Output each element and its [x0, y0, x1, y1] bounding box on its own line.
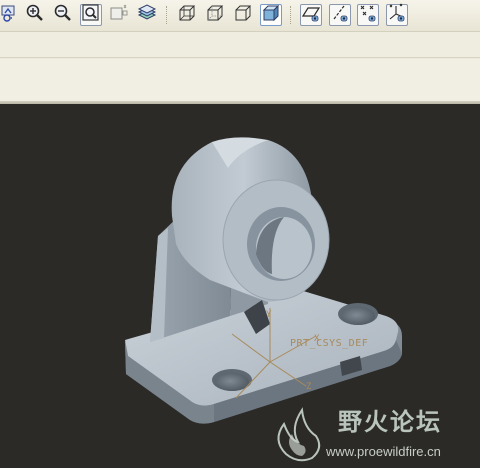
message-area — [0, 59, 480, 101]
datum-axes-icon — [330, 3, 350, 27]
hidden-line-button[interactable] — [204, 4, 226, 26]
no-hidden-button[interactable] — [232, 4, 254, 26]
view-toolbar — [0, 0, 480, 32]
axis-x-label: X — [314, 334, 320, 344]
orient-button[interactable] — [108, 4, 130, 26]
saved-views-icon — [137, 3, 157, 27]
repaint-icon — [1, 3, 21, 27]
toolbar-separator — [166, 6, 168, 24]
hidden-line-icon — [205, 3, 225, 27]
datum-points-icon — [358, 3, 378, 27]
zoom-out-icon — [53, 3, 73, 27]
csys-label: PRT_CSYS_DEF — [290, 338, 369, 349]
wireframe-icon — [177, 3, 197, 27]
orient-icon — [109, 3, 129, 27]
no-hidden-icon — [233, 3, 253, 27]
toolbar-separator — [290, 6, 292, 24]
refit-icon — [81, 3, 101, 27]
coordinate-systems-button[interactable] — [386, 3, 408, 27]
watermark-url: www.proewildfire.cn — [326, 444, 441, 459]
zoom-in-icon — [25, 3, 45, 27]
secondary-toolbar: 0 ▲ ▼ ? — [0, 32, 480, 85]
watermark-title: 野火论坛 — [338, 408, 442, 436]
datum-axes-button[interactable] — [329, 4, 351, 26]
zoom-in-button[interactable] — [24, 4, 46, 26]
repaint-button[interactable] — [0, 4, 22, 26]
watermark: 野火论坛 www.proewildfire.cn — [268, 400, 480, 468]
wireframe-button[interactable] — [176, 4, 198, 26]
axis-z-label: Z — [306, 382, 312, 392]
shading-button[interactable] — [260, 4, 282, 26]
saved-views-button[interactable] — [136, 4, 158, 26]
zoom-out-button[interactable] — [52, 4, 74, 26]
datum-planes-icon — [301, 3, 321, 27]
shading-icon — [261, 3, 281, 27]
refit-button[interactable] — [80, 4, 102, 26]
datum-points-button[interactable] — [357, 4, 379, 26]
toolbar-area: 0 ▲ ▼ ? — [0, 0, 480, 104]
axis-y-label: Y — [266, 310, 272, 320]
datum-planes-button[interactable] — [300, 4, 322, 26]
coordinate-systems-icon — [387, 3, 407, 27]
